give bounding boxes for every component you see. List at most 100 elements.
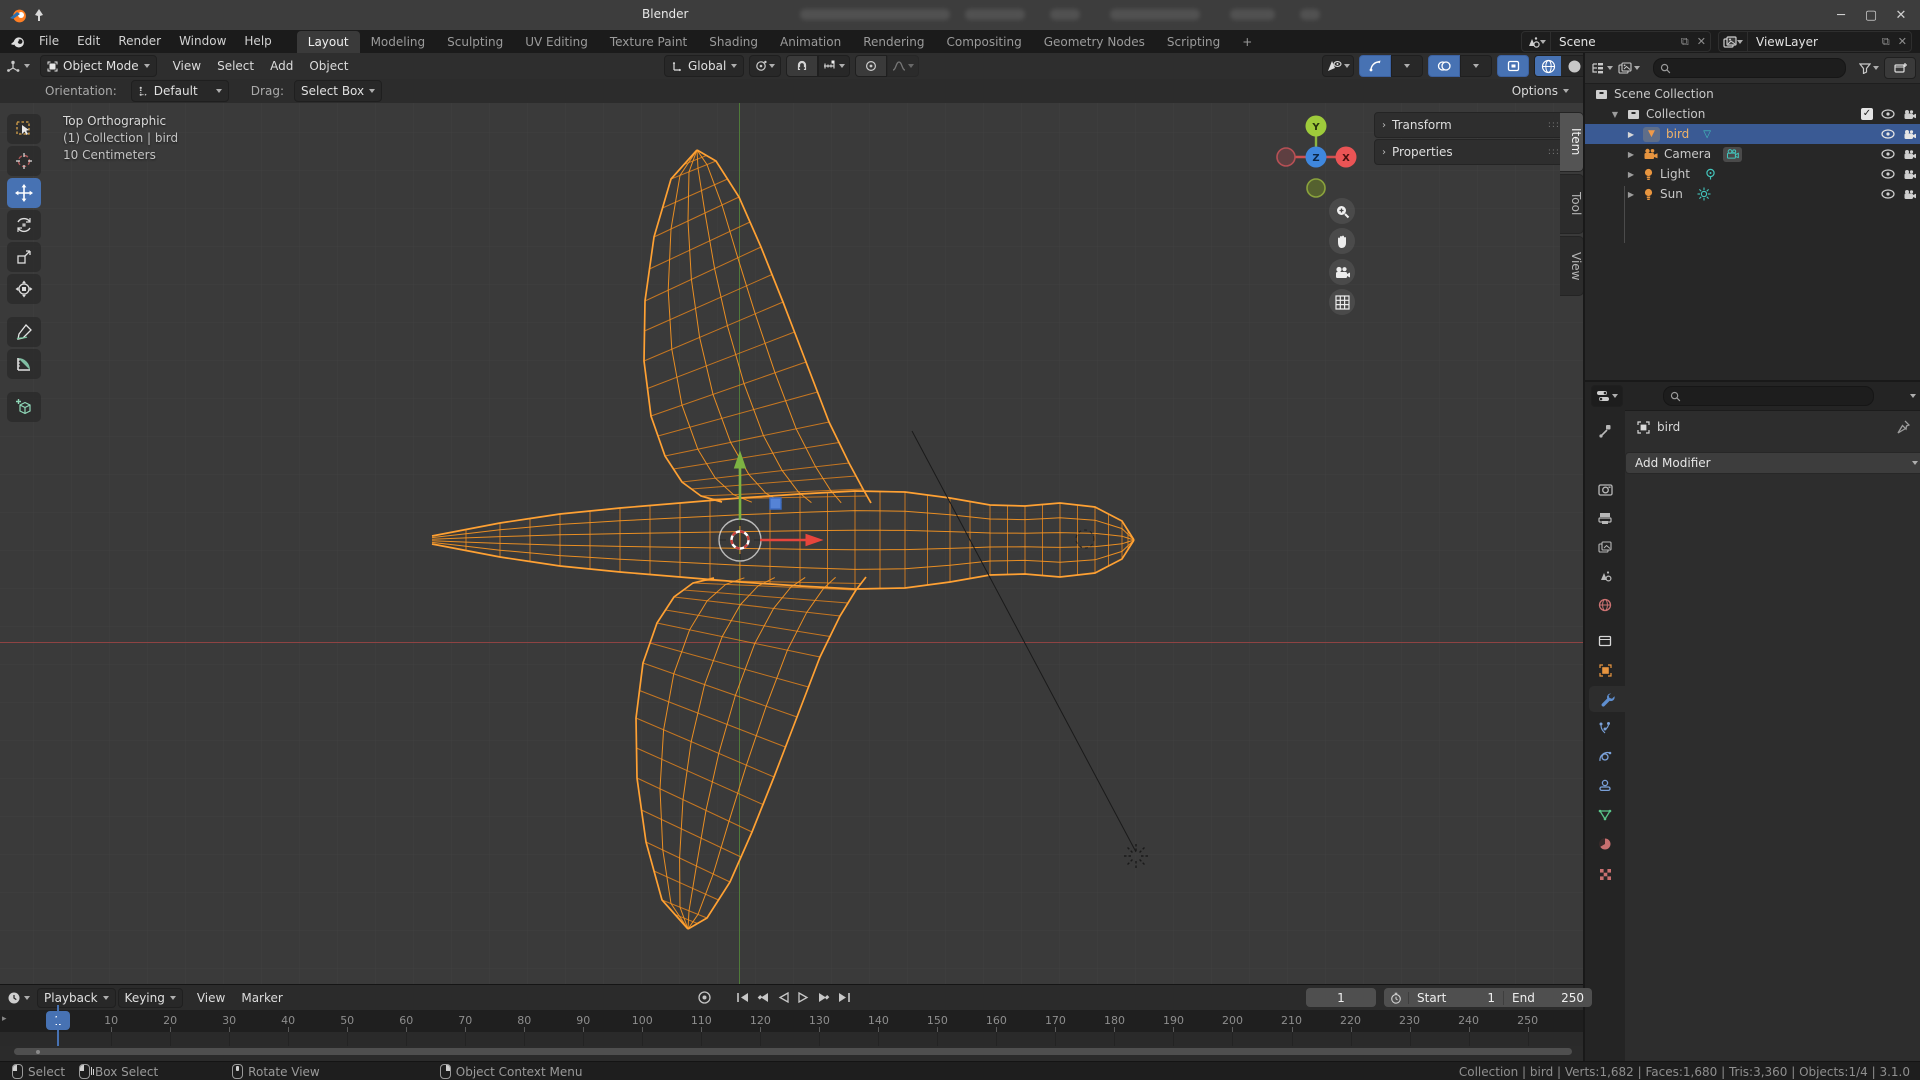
snap-toggle[interactable]: [786, 55, 819, 77]
prop-tab-scene[interactable]: [1585, 563, 1625, 589]
outliner-filter-button[interactable]: [1859, 62, 1879, 74]
row-label[interactable]: bird: [1666, 127, 1689, 141]
disable-render-camera-icon[interactable]: [1903, 129, 1916, 140]
proportional-editing-toggle[interactable]: [855, 55, 888, 77]
outliner-row-camera[interactable]: ▶ Camera: [1585, 144, 1920, 164]
viewlayer-name[interactable]: ViewLayer: [1748, 35, 1878, 49]
disclosure-triangle-icon[interactable]: ▼: [1609, 110, 1621, 119]
perspective-toggle-button[interactable]: [1329, 289, 1355, 315]
navigation-gizmo[interactable]: Y X Z: [1270, 110, 1362, 206]
play-button[interactable]: [797, 992, 809, 1003]
drag-dropdown[interactable]: Select Box: [293, 80, 383, 102]
outliner-editor-type-button[interactable]: [1591, 62, 1613, 74]
menu-object[interactable]: Object: [301, 59, 356, 73]
scene-name[interactable]: Scene: [1551, 35, 1677, 49]
tab-shading[interactable]: Shading: [698, 31, 769, 53]
scene-icon[interactable]: [1522, 32, 1551, 51]
disclosure-triangle-icon[interactable]: ▶: [1625, 170, 1637, 179]
tab-texture-paint[interactable]: Texture Paint: [599, 31, 698, 53]
hide-eye-icon[interactable]: [1881, 169, 1895, 179]
new-scene-icon[interactable]: ⧉: [1677, 35, 1693, 49]
disable-render-camera-icon[interactable]: [1903, 169, 1916, 180]
jump-to-end-button[interactable]: [837, 992, 851, 1003]
zoom-view-button[interactable]: [1329, 198, 1355, 224]
sidebar-tab-tool[interactable]: Tool: [1560, 174, 1584, 234]
timeline-marker-menu[interactable]: Marker: [233, 991, 290, 1005]
prop-tab-modifiers[interactable]: [1589, 686, 1625, 712]
sidebar-tab-item[interactable]: Item: [1560, 112, 1584, 172]
pivot-point-dropdown[interactable]: [749, 55, 782, 77]
object-visibility-dropdown[interactable]: [1322, 55, 1354, 77]
disclosure-triangle-icon[interactable]: ▶: [1625, 150, 1637, 159]
menu-select[interactable]: Select: [209, 59, 262, 73]
playback-menu[interactable]: Playback: [37, 987, 116, 1008]
hide-eye-icon[interactable]: [1881, 189, 1895, 199]
tab-modeling[interactable]: Modeling: [360, 31, 437, 53]
mode-dropdown[interactable]: Object Mode: [40, 55, 157, 77]
menu-file[interactable]: File: [30, 30, 68, 53]
timeline-view-menu[interactable]: View: [189, 991, 233, 1005]
gizmo-axis-neg-y[interactable]: [1306, 178, 1326, 198]
row-label[interactable]: Light: [1660, 167, 1690, 181]
prev-keyframe-button[interactable]: [757, 992, 771, 1003]
viewlayer-selector[interactable]: ViewLayer ⧉ ✕: [1718, 31, 1912, 52]
prop-tab-object[interactable]: [1585, 657, 1625, 683]
tool-rotate[interactable]: [7, 210, 41, 240]
pan-view-button[interactable]: [1329, 228, 1355, 254]
menu-window[interactable]: Window: [170, 30, 235, 53]
tool-orientation-dropdown[interactable]: Default: [130, 80, 229, 102]
row-label[interactable]: Collection: [1646, 107, 1705, 121]
prop-tab-tool[interactable]: [1585, 418, 1625, 444]
remove-viewlayer-icon[interactable]: ✕: [1894, 35, 1911, 48]
tool-add-primitive[interactable]: [7, 392, 41, 422]
properties-search-input[interactable]: [1663, 386, 1874, 406]
close-button[interactable]: ✕: [1886, 8, 1916, 23]
outliner-row-light[interactable]: ▶ Light: [1585, 164, 1920, 184]
proportional-falloff-dropdown[interactable]: [887, 55, 920, 77]
tab-geometry-nodes[interactable]: Geometry Nodes: [1033, 31, 1156, 53]
auto-keying-toggle[interactable]: [697, 990, 712, 1005]
menu-view[interactable]: View: [165, 59, 209, 73]
disable-render-camera-icon[interactable]: [1903, 109, 1916, 120]
properties-editor-type-button[interactable]: [1591, 385, 1623, 407]
jump-to-start-button[interactable]: [736, 992, 750, 1003]
tool-move[interactable]: [7, 178, 41, 208]
transform-orientation-dropdown[interactable]: Global: [664, 55, 745, 77]
gizmo-axis-neg-x[interactable]: [1276, 147, 1296, 167]
tool-annotate[interactable]: [7, 317, 41, 347]
tab-layout[interactable]: Layout: [296, 30, 360, 53]
hide-eye-icon[interactable]: [1881, 129, 1895, 139]
timeline-track[interactable]: [0, 1032, 1583, 1046]
play-reverse-button[interactable]: [778, 992, 790, 1003]
prop-tab-render[interactable]: [1585, 476, 1625, 502]
disclosure-triangle-icon[interactable]: ▶: [1625, 190, 1637, 199]
scene-selector[interactable]: Scene ⧉ ✕: [1521, 31, 1711, 52]
tab-sculpting[interactable]: Sculpting: [436, 31, 514, 53]
disable-render-camera-icon[interactable]: [1903, 149, 1916, 160]
row-label[interactable]: Camera: [1664, 147, 1711, 161]
prop-tab-viewlayer[interactable]: [1585, 534, 1625, 560]
prop-tab-collection[interactable]: [1585, 628, 1625, 654]
outliner-search-input[interactable]: [1653, 58, 1846, 78]
tab-scripting[interactable]: Scripting: [1156, 31, 1231, 53]
current-frame-field[interactable]: 1: [1306, 988, 1376, 1007]
timeline-ruler[interactable]: ▸ 1 102030405060708090100110120130140150…: [0, 1010, 1583, 1032]
new-collection-button[interactable]: [1884, 57, 1916, 79]
menu-help[interactable]: Help: [235, 30, 280, 53]
tab-animation[interactable]: Animation: [769, 31, 852, 53]
npanel-properties-header[interactable]: › Properties ::::: [1374, 139, 1572, 165]
add-workspace-button[interactable]: +: [1231, 31, 1263, 53]
outliner-row-collection[interactable]: ▼ Collection ✓: [1585, 104, 1920, 124]
timeline-scrollbar[interactable]: [14, 1048, 1572, 1055]
start-frame-field[interactable]: Start 1: [1409, 990, 1504, 1005]
xray-toggle[interactable]: [1497, 55, 1529, 77]
row-label[interactable]: Scene Collection: [1614, 87, 1714, 101]
prop-tab-physics[interactable]: [1585, 744, 1625, 770]
show-overlays-toggle[interactable]: [1428, 55, 1460, 77]
pin-icon[interactable]: [33, 8, 45, 22]
hide-eye-icon[interactable]: [1881, 109, 1895, 119]
minimize-button[interactable]: ─: [1826, 8, 1856, 23]
use-preview-range-toggle[interactable]: [1384, 991, 1409, 1004]
options-dropdown[interactable]: Options: [1512, 84, 1569, 98]
outliner-display-mode-button[interactable]: [1618, 62, 1640, 74]
